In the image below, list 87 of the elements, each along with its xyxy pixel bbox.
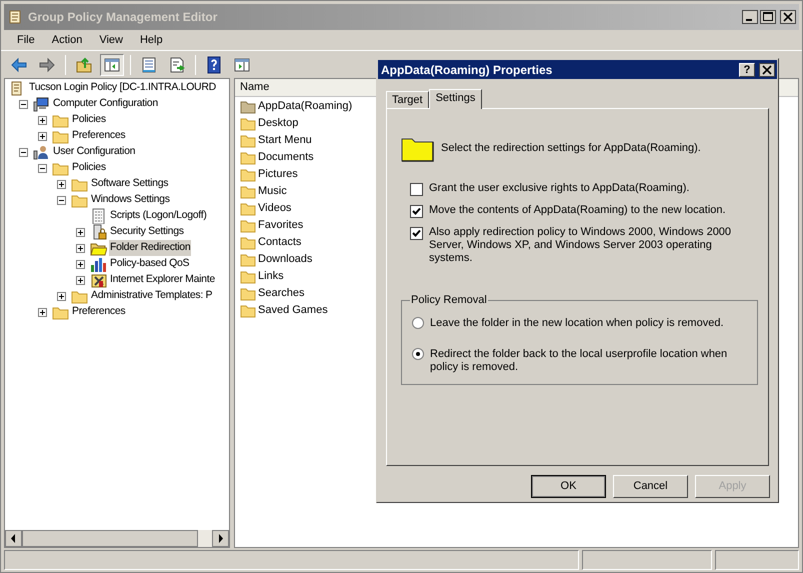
list-item[interactable]: Music xyxy=(258,183,287,200)
maximize-icon[interactable] xyxy=(760,10,776,24)
list-item[interactable]: Favorites xyxy=(258,217,304,234)
properties-icon xyxy=(140,56,158,74)
radio-button[interactable] xyxy=(412,348,424,360)
scrollbar-thumb[interactable] xyxy=(22,530,198,547)
dialog-button[interactable]: OK xyxy=(531,475,606,498)
group-title: Policy Removal xyxy=(410,293,488,308)
script-icon xyxy=(90,208,107,224)
radio-label[interactable]: Redirect the folder back to the local userprofile location when policy is removed. xyxy=(430,348,730,374)
menu-item[interactable]: Action xyxy=(44,31,90,50)
tree-item[interactable]: Preferences xyxy=(71,304,126,320)
tree-item[interactable]: Software Settings xyxy=(90,176,170,192)
menu-item[interactable]: Help xyxy=(132,31,171,50)
collapse-icon[interactable] xyxy=(19,100,28,108)
tree-item[interactable]: Preferences xyxy=(71,128,126,144)
help-button[interactable]: ? xyxy=(739,62,755,76)
expand-icon[interactable] xyxy=(38,308,47,316)
scroll-left-icon[interactable] xyxy=(5,530,22,547)
pane-icon xyxy=(233,56,251,74)
minimize-icon[interactable] xyxy=(742,10,758,24)
help-icon xyxy=(205,56,223,74)
list-item[interactable]: Documents xyxy=(258,149,314,166)
expand-icon[interactable] xyxy=(38,116,47,124)
collapse-icon[interactable] xyxy=(57,196,66,204)
tools-icon xyxy=(90,272,107,288)
tree-item[interactable]: Scripts (Logon/Logoff) xyxy=(109,208,208,224)
collapse-icon[interactable] xyxy=(19,148,28,156)
radio-button[interactable] xyxy=(412,316,424,328)
expand-icon[interactable] xyxy=(76,228,85,236)
checkbox[interactable] xyxy=(410,205,423,218)
pane-button[interactable] xyxy=(100,54,124,76)
tree-item[interactable]: Policies xyxy=(71,160,107,176)
list-item[interactable]: Downloads xyxy=(258,251,312,268)
tree-item[interactable]: Security Settings xyxy=(109,224,185,240)
expand-icon[interactable] xyxy=(38,132,47,140)
list-item[interactable]: Contacts xyxy=(258,234,302,251)
forward-arrow-icon xyxy=(38,56,56,74)
tab[interactable]: Settings xyxy=(428,89,482,109)
expand-icon[interactable] xyxy=(76,244,85,252)
checkbox[interactable] xyxy=(410,183,423,196)
list-item[interactable]: Saved Games xyxy=(258,302,328,319)
list-item[interactable]: Desktop xyxy=(258,115,298,132)
checkbox-label[interactable]: Also apply redirection policy to Windows 2000, Windows 2000 Server, Windows XP, and Windows Server 2003 operating systems. xyxy=(429,226,739,265)
pane-icon xyxy=(103,56,121,74)
close-icon[interactable] xyxy=(780,10,796,24)
tree-item[interactable]: Administrative Templates: P xyxy=(90,288,214,304)
list-item[interactable]: Start Menu xyxy=(258,132,312,149)
tree-item[interactable]: Internet Explorer Mainte xyxy=(109,272,216,288)
menu-item[interactable]: File xyxy=(9,31,43,50)
computer-icon xyxy=(33,96,50,112)
user-icon xyxy=(33,144,50,160)
intro-text: Select the redirection settings for AppData(Roaming). xyxy=(441,140,701,156)
tree-item[interactable]: Windows Settings xyxy=(90,192,171,208)
list-item[interactable]: Searches xyxy=(258,285,304,302)
checkbox[interactable] xyxy=(410,227,423,240)
scroll-icon xyxy=(7,9,23,25)
tree-item[interactable]: Policy-based QoS xyxy=(109,256,190,272)
expand-icon[interactable] xyxy=(57,292,66,300)
back-arrow-icon xyxy=(10,56,28,74)
bar-chart-icon xyxy=(90,256,107,272)
tree-item[interactable]: Folder Redirection xyxy=(109,240,192,256)
window-title: Group Policy Management Editor xyxy=(28,9,218,26)
tree-item[interactable]: Policies xyxy=(71,112,107,128)
tree-item[interactable]: Computer Configuration xyxy=(52,96,159,112)
close-icon[interactable] xyxy=(759,62,775,76)
collapse-icon[interactable] xyxy=(38,164,47,172)
tree-item[interactable]: Tucson Login Policy [DC-1.INTRA.LOURD xyxy=(28,80,217,96)
scroll-right-icon[interactable] xyxy=(212,530,229,547)
list-item[interactable]: AppData(Roaming) xyxy=(258,98,352,115)
tree-item[interactable]: User Configuration xyxy=(52,144,136,160)
expand-icon[interactable] xyxy=(57,180,66,188)
expand-icon[interactable] xyxy=(76,260,85,268)
horizontal-scrollbar[interactable] xyxy=(5,530,229,547)
checkbox-label[interactable]: Grant the user exclusive rights to AppData(Roaming). xyxy=(429,182,739,195)
dialog-title: AppData(Roaming) Properties xyxy=(381,62,554,78)
folder-up-icon xyxy=(75,56,93,74)
dialog-button[interactable]: Cancel xyxy=(613,475,688,498)
export-list-icon xyxy=(168,56,186,74)
menu-item[interactable]: View xyxy=(91,31,131,50)
list-item[interactable]: Pictures xyxy=(258,166,298,183)
expand-icon[interactable] xyxy=(76,276,85,284)
list-item[interactable]: Links xyxy=(258,268,284,285)
tab[interactable]: Target xyxy=(386,91,429,108)
radio-label[interactable]: Leave the folder in the new location when policy is removed. xyxy=(430,316,730,330)
list-item[interactable]: Videos xyxy=(258,200,292,217)
checkbox-label[interactable]: Move the contents of AppData(Roaming) to the new location. xyxy=(429,204,739,217)
